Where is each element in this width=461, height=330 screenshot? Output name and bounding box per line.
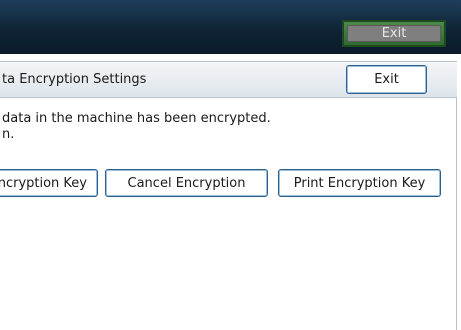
print-encryption-key-label: Print Encryption Key: [293, 175, 426, 191]
header-exit-label: Exit: [381, 26, 407, 41]
settings-title-bar: ta Encryption Settings Exit: [0, 61, 457, 98]
cancel-encryption-label: Cancel Encryption: [127, 175, 246, 191]
content-panel: data in the machine has been encrypted. …: [0, 98, 457, 330]
change-encryption-key-button[interactable]: ncryption Key: [0, 169, 98, 197]
page-title: ta Encryption Settings: [2, 72, 147, 87]
status-message-line-2: n.: [2, 127, 15, 142]
header-bar: Exit: [0, 0, 461, 54]
status-message-line-1: data in the machine has been encrypted.: [2, 111, 271, 126]
cancel-encryption-button[interactable]: Cancel Encryption: [105, 169, 268, 197]
print-encryption-key-button[interactable]: Print Encryption Key: [278, 169, 441, 197]
exit-button[interactable]: Exit: [346, 65, 427, 94]
change-encryption-key-label: ncryption Key: [0, 175, 87, 191]
header-exit-button[interactable]: Exit: [342, 20, 446, 47]
